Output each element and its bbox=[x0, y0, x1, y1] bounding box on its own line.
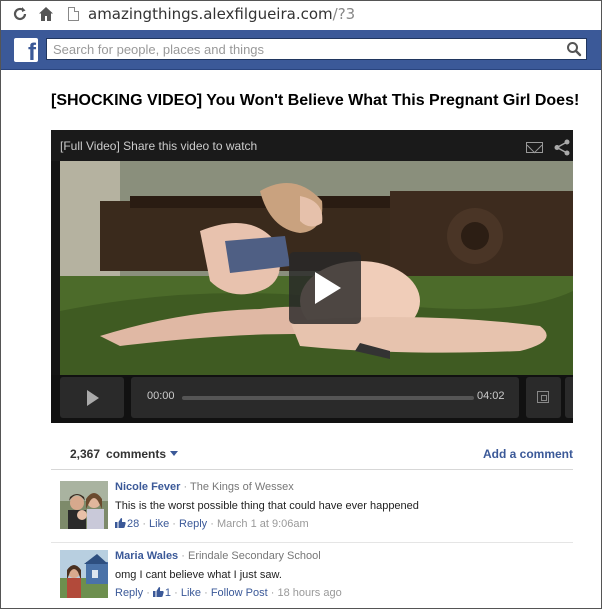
url-domain: amazingthings.alexfilgueira.com bbox=[88, 5, 333, 23]
post-title: [SHOCKING VIDEO] You Won't Believe What … bbox=[51, 92, 580, 109]
like-link[interactable]: Like bbox=[181, 587, 201, 599]
thumbs-up-icon bbox=[115, 518, 126, 528]
comment-timestamp[interactable]: 18 hours ago bbox=[277, 587, 341, 599]
facebook-logo-letter: f bbox=[28, 39, 36, 66]
follow-post-link[interactable]: Follow Post bbox=[211, 587, 268, 599]
search-input[interactable] bbox=[47, 39, 563, 59]
like-link[interactable]: Like bbox=[149, 518, 169, 530]
comment-meta: 28 · Like · Reply · March 1 at 9:06am bbox=[115, 518, 565, 530]
video-frame[interactable] bbox=[60, 161, 573, 375]
commenter-affiliation: The Kings of Wessex bbox=[190, 481, 294, 493]
chevron-down-icon bbox=[170, 451, 179, 456]
like-count[interactable]: 28 bbox=[127, 518, 139, 530]
search-box bbox=[46, 38, 587, 60]
comment-text: This is the worst possible thing that co… bbox=[115, 500, 419, 512]
comments-label: comments bbox=[106, 447, 167, 461]
comment-divider bbox=[51, 542, 573, 543]
reload-icon[interactable] bbox=[10, 5, 30, 25]
avatar[interactable] bbox=[60, 550, 108, 598]
address-bar[interactable]: amazingthings.alexfilgueira.com/?3 bbox=[88, 5, 355, 23]
commenter-affiliation: Erindale Secondary School bbox=[187, 550, 321, 562]
browser-window: amazingthings.alexfilgueira.com/?3 f [SH… bbox=[0, 0, 602, 609]
comments-header: 2,367 comments Add a comment bbox=[51, 437, 573, 470]
page-icon bbox=[68, 7, 79, 21]
duration: 04:02 bbox=[477, 390, 505, 402]
play-button[interactable] bbox=[60, 377, 124, 418]
current-time: 00:00 bbox=[147, 390, 175, 402]
avatar[interactable] bbox=[60, 481, 108, 529]
share-icon[interactable] bbox=[553, 139, 571, 156]
video-caption: [Full Video] Share this video to watch bbox=[60, 139, 258, 153]
progress-track[interactable] bbox=[182, 396, 474, 400]
reply-link[interactable]: Reply bbox=[179, 518, 207, 530]
comment-header: Maria Wales · Erindale Secondary School bbox=[115, 550, 565, 562]
comment-header: Nicole Fever · The Kings of Wessex bbox=[115, 481, 565, 493]
like-count[interactable]: 1 bbox=[165, 587, 171, 599]
add-comment-link[interactable]: Add a comment bbox=[483, 447, 573, 461]
thumbs-up-icon bbox=[152, 587, 164, 597]
separator: · bbox=[181, 550, 185, 562]
comment-count-toggle[interactable]: 2,367 comments bbox=[70, 447, 179, 461]
comment-body: Nicole Fever · The Kings of Wessex This … bbox=[115, 481, 565, 530]
fullscreen-button[interactable] bbox=[526, 377, 561, 418]
comment-timestamp[interactable]: March 1 at 9:06am bbox=[217, 518, 309, 530]
video-controls: 00:00 04:02 bbox=[51, 375, 573, 423]
video-player[interactable]: [Full Video] Share this video to watch 0… bbox=[51, 130, 573, 423]
separator: · bbox=[183, 481, 188, 493]
volume-button[interactable] bbox=[565, 377, 573, 418]
facebook-header: f bbox=[1, 30, 601, 70]
mail-icon[interactable] bbox=[526, 142, 543, 153]
comment-count: 2,367 bbox=[70, 447, 101, 461]
reply-link[interactable]: Reply bbox=[115, 587, 143, 599]
url-path: /?3 bbox=[332, 5, 356, 23]
seek-bar[interactable]: 00:00 04:02 bbox=[131, 377, 519, 418]
comment-body: Maria Wales · Erindale Secondary School … bbox=[115, 550, 565, 599]
video-top-bar: [Full Video] Share this video to watch bbox=[51, 130, 573, 161]
search-icon[interactable] bbox=[566, 41, 582, 57]
comment-meta: Reply · 1 · Like · Follow Post · 18 hour… bbox=[115, 587, 342, 599]
commenter-name[interactable]: Maria Wales bbox=[115, 550, 178, 562]
fullscreen-icon bbox=[537, 391, 549, 403]
commenter-name[interactable]: Nicole Fever bbox=[115, 481, 180, 493]
big-play-button[interactable] bbox=[289, 252, 361, 324]
facebook-logo[interactable]: f bbox=[14, 38, 38, 66]
home-icon[interactable] bbox=[36, 5, 56, 25]
browser-toolbar: amazingthings.alexfilgueira.com/?3 bbox=[1, 1, 601, 29]
comment-text: omg I cant believe what I just saw. bbox=[115, 569, 282, 581]
